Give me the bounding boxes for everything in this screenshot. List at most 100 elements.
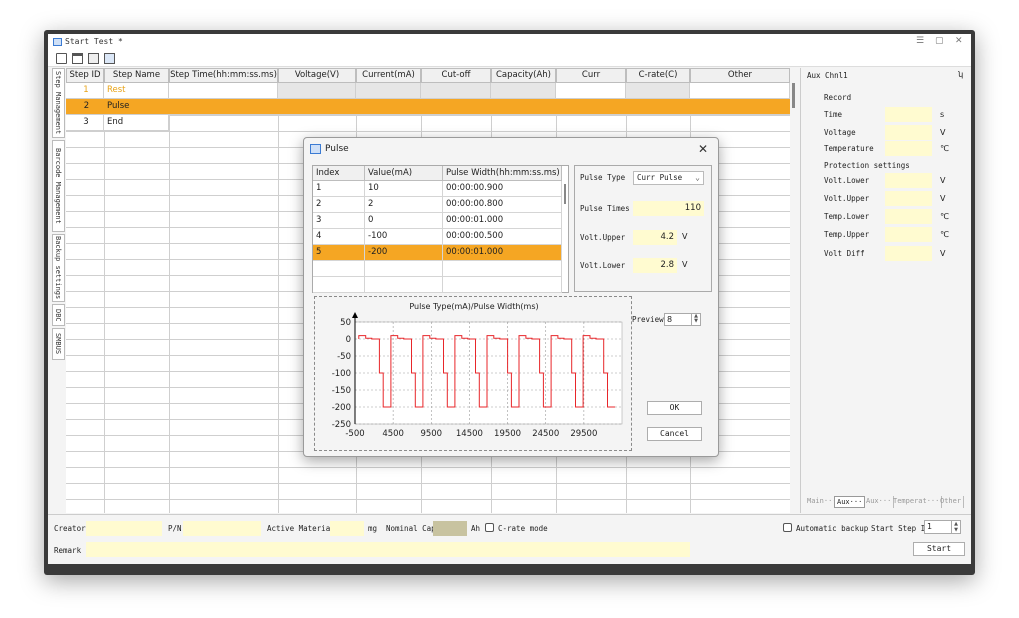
auto-backup-checkbox[interactable] [783,523,792,532]
pulse-scroll-thumb[interactable] [564,184,566,204]
start-button[interactable]: Start [913,542,965,556]
pulse-table-scrollbar[interactable] [562,181,568,293]
step-row-1-crate[interactable] [626,83,690,99]
aux-panel: Aux Chnl1 ʮ Record Time s Voltage V Temp… [800,68,967,513]
step-row-1-id[interactable]: 1 [66,83,104,99]
crate-mode-checkbox[interactable] [485,523,494,532]
pulse-row-5-width[interactable]: 00:00:01.000 [443,245,562,261]
step-row-2-id[interactable]: 2 [66,99,104,115]
scroll-thumb[interactable] [792,83,795,108]
step-row-3-id[interactable]: 3 [66,115,104,131]
close-icon[interactable]: ✕ [955,36,963,46]
step-row-2[interactable] [66,99,790,115]
pulse-row-4-value[interactable]: -100 [365,229,443,245]
pulse-row-7-index[interactable] [313,277,365,293]
remark-input[interactable] [86,542,690,557]
ok-button[interactable]: OK [647,401,702,415]
pulse-row-6-width[interactable] [443,261,562,277]
pulse-row-2-value[interactable]: 2 [365,197,443,213]
step-row-1-capacity[interactable] [491,83,556,99]
pulse-row-5-value[interactable]: -200 [365,245,443,261]
record-voltage-input[interactable] [885,125,932,140]
tab-dbc[interactable]: DBC [52,304,65,326]
volt-upper-input[interactable]: 4.2 [633,230,677,245]
pulse-row-2-index[interactable]: 2 [313,197,365,213]
record-time-input[interactable] [885,107,932,122]
pulse-dialog: Pulse ✕ Index Value(mA) Pulse Width(hh:m… [303,137,719,457]
step-row-3-name[interactable]: End [104,115,169,131]
tab-aux-active[interactable]: Aux··· [834,496,866,508]
active-material-input[interactable] [330,521,364,536]
record-time-unit: s [940,110,945,119]
pulse-times-input[interactable]: 110 [633,201,704,216]
pulse-row-1-width[interactable]: 00:00:00.900 [443,181,562,197]
pulse-row-3-width[interactable]: 00:00:01.000 [443,213,562,229]
y-tick-label: 50 [340,318,351,328]
col-step-time: Step Time(hh:mm:ss.ms) [169,68,278,83]
save-as-icon[interactable] [104,53,115,64]
step-row-1-name[interactable]: Rest [104,83,169,99]
pulse-row-5-index[interactable]: 5 [313,245,365,261]
dialog-title-bar: Pulse ✕ [308,142,714,158]
tab-backup-settings[interactable]: Backup settings [52,234,65,302]
preview-spinner-arrows-icon[interactable]: ▲ ▼ [691,314,700,325]
pulse-row-1-value[interactable]: 10 [365,181,443,197]
record-temperature-input[interactable] [885,141,932,156]
pulse-type-select[interactable]: Curr Pulse ⌄ [633,171,704,185]
step-row-1-current[interactable] [356,83,421,99]
step-row-2-name[interactable]: Pulse [104,99,169,115]
prot-temp-upper-input[interactable] [885,227,932,242]
prot-temp-lower-input[interactable] [885,209,932,224]
step-row-1-other[interactable] [690,83,790,99]
tab-temperature[interactable]: Temperat··· [891,496,943,508]
step-row-1-voltage[interactable] [278,83,356,99]
pulse-col-index: Index [313,166,365,181]
step-row-1-time[interactable] [169,83,278,99]
pulse-row-7-width[interactable] [443,277,562,293]
tab-other[interactable]: Other [938,496,965,508]
pulse-row-4-index[interactable]: 4 [313,229,365,245]
pulse-row-3-index[interactable]: 3 [313,213,365,229]
pulse-row-2-width[interactable]: 00:00:00.800 [443,197,562,213]
pin-icon[interactable]: ʮ [958,70,963,79]
open-folder-icon[interactable] [72,53,83,64]
steps-scrollbar[interactable] [790,68,798,513]
maximize-icon[interactable]: ▢ [935,36,944,46]
menu-icon[interactable]: ☰ [916,36,924,46]
record-temperature-label: Temperature [824,144,874,153]
creator-label: Creator [54,524,86,533]
new-file-icon[interactable] [56,53,67,64]
col-other: Other [690,68,790,83]
prot-volt-lower-input[interactable] [885,173,932,188]
step-row-1-cutoff[interactable] [421,83,491,99]
tab-step-management[interactable]: Step Management [52,68,65,138]
toolbar [48,50,971,67]
tab-smbus[interactable]: SMBUS [52,328,65,360]
pulse-row-1-index[interactable]: 1 [313,181,365,197]
aux-panel-title: Aux Chnl1 [807,71,848,80]
pulse-row-6-index[interactable] [313,261,365,277]
nominal-cap-input[interactable] [433,521,467,536]
crate-mode-label: C-rate mode [498,524,548,533]
preview-spinner[interactable]: 8 ▲ ▼ [664,313,701,326]
tab-barcode-management[interactable]: Barcode Management [52,140,65,232]
pn-input[interactable] [183,521,261,536]
volt-lower-input[interactable]: 2.8 [633,258,677,273]
y-tick-label: 0 [346,335,351,345]
creator-input[interactable] [86,521,162,536]
step-row-1-range[interactable] [556,83,626,99]
cancel-button[interactable]: Cancel [647,427,702,441]
x-tick-label: 4500 [382,429,404,439]
start-step-spinner[interactable]: 1 ▲ ▼ [924,520,961,534]
pulse-row-6-value[interactable] [365,261,443,277]
pulse-row-7-value[interactable] [365,277,443,293]
spinner-arrows-icon[interactable]: ▲ ▼ [951,521,960,533]
pulse-row-3-value[interactable]: 0 [365,213,443,229]
tab-aux-2[interactable]: Aux··· [864,496,895,508]
x-tick-label: 19500 [494,429,521,439]
prot-volt-upper-input[interactable] [885,191,932,206]
save-icon[interactable] [88,53,99,64]
prot-volt-diff-input[interactable] [885,246,932,261]
dialog-close-icon[interactable]: ✕ [698,142,708,156]
pulse-row-4-width[interactable]: 00:00:00.500 [443,229,562,245]
